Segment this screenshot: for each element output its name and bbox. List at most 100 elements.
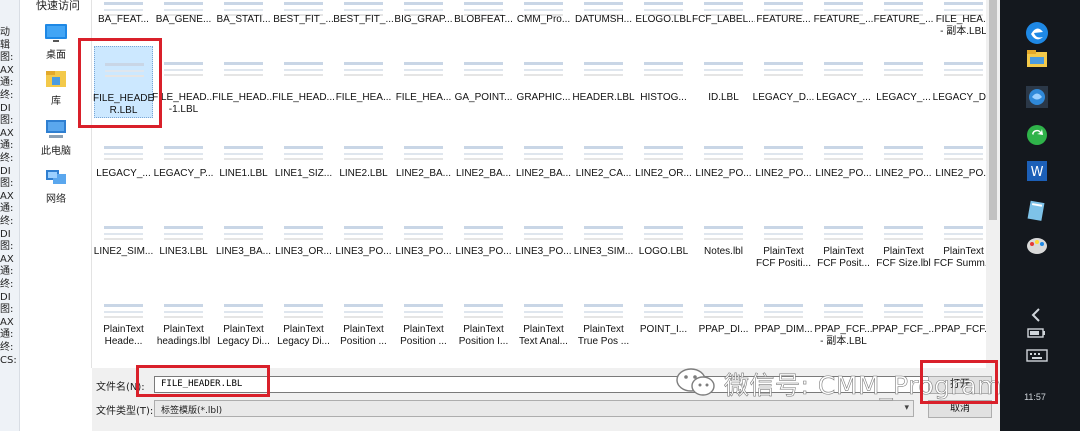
file-item[interactable]: PPAP_DI... [694, 278, 753, 350]
keyboard-icon[interactable] [1024, 342, 1050, 368]
file-item[interactable]: PlainText FCF Positi... [754, 200, 813, 272]
file-item[interactable]: LOGO.LBL [634, 200, 693, 272]
file-thumbnail-icon [704, 62, 743, 80]
file-item[interactable]: LINE2_PO... [694, 122, 753, 194]
file-name: LINE3_PO... [395, 246, 452, 257]
file-item[interactable]: LINE2_BA... [394, 122, 453, 194]
file-item[interactable]: LINE1.LBL [214, 122, 273, 194]
file-name: GA_POINT... [454, 92, 513, 103]
file-name: ELOGO.LBL [635, 14, 692, 25]
file-item[interactable]: FILE_HEA... [394, 46, 453, 118]
background-text-fragment: 图: [0, 304, 14, 316]
file-item[interactable]: LINE2.LBL [334, 122, 393, 194]
file-item[interactable]: PlainText FCF Size.lbl [874, 200, 933, 272]
file-item[interactable]: POINT_I... [634, 278, 693, 350]
file-name: PlainText Text Anal... [519, 324, 568, 347]
file-item[interactable]: LINE3_BA... [214, 200, 273, 272]
file-thumbnail-icon [884, 226, 923, 244]
svg-text:W: W [1031, 165, 1044, 180]
file-item[interactable]: PlainText Position ... [394, 278, 453, 350]
scrollbar-thumb[interactable] [989, 0, 997, 220]
file-item[interactable]: PlainText FCF Summ... [934, 200, 986, 272]
network-icon [46, 170, 66, 184]
file-thumbnail-icon [944, 62, 983, 80]
file-item[interactable]: PlainText Heade... [94, 278, 153, 350]
file-item[interactable]: PlainText headings.lbl [154, 278, 213, 350]
file-item[interactable]: LINE3.LBL [154, 200, 213, 272]
file-item[interactable]: LINE2_BA... [514, 122, 573, 194]
browser-icon[interactable] [1024, 84, 1050, 110]
file-item[interactable]: LINE3_PO... [334, 200, 393, 272]
file-item[interactable]: ID.LBL [694, 46, 753, 118]
file-item[interactable]: LINE2_PO... [934, 122, 986, 194]
file-item[interactable]: LEGACY_D... [933, 46, 986, 118]
file-item[interactable]: LEGACY_P... [154, 122, 213, 194]
file-item[interactable]: PlainText Text Anal... [514, 278, 573, 350]
file-item[interactable]: PlainText True Pos ... [574, 278, 633, 350]
quick-access-label[interactable]: 快速访问 [36, 0, 80, 13]
file-item[interactable]: FILE_HEAD... [212, 46, 275, 118]
nav-item-network[interactable]: 网络 [20, 166, 92, 205]
background-text-fragment: AX [0, 64, 14, 76]
file-name: LINE3_BA... [215, 246, 272, 257]
file-item[interactable]: LINE3_PO... [514, 200, 573, 272]
file-item[interactable]: GRAPHIC... [514, 46, 573, 118]
word-icon[interactable]: W [1024, 158, 1050, 184]
taskbar-clock[interactable]: 11:57 [1010, 392, 1060, 402]
filetype-select[interactable]: 标签模版(*.lbl) ▾ [154, 400, 914, 417]
edge-icon[interactable] [1024, 20, 1050, 46]
file-item[interactable]: LINE3_PO... [394, 200, 453, 272]
file-item[interactable]: PPAP_FCF... [934, 278, 986, 350]
file-item[interactable]: PPAP_FCF_... [872, 278, 935, 350]
file-thumbnail-icon [644, 62, 683, 80]
file-item[interactable]: HEADER.LBL [572, 46, 635, 118]
file-item[interactable]: LEGACY_... [814, 46, 873, 118]
file-item[interactable]: LINE3_OR... [274, 200, 333, 272]
file-item[interactable]: FILE_HEAD... -1.LBL [152, 46, 215, 118]
file-name: FCF_LABEL... [692, 14, 755, 25]
file-item[interactable]: LINE2_OR... [634, 122, 693, 194]
file-item[interactable]: LINE2_PO... [874, 122, 933, 194]
file-item[interactable]: LINE2_SIM... [94, 200, 153, 272]
notepad-icon[interactable] [1024, 198, 1050, 224]
vertical-scrollbar[interactable] [986, 0, 1000, 368]
file-item[interactable]: HISTOG... [634, 46, 693, 118]
file-item[interactable]: LINE1_SIZ... [274, 122, 333, 194]
file-item[interactable]: PPAP_FCF... - 副本.LBL [814, 278, 873, 350]
file-item[interactable]: PlainText Position I... [454, 278, 513, 350]
file-item[interactable]: PlainText Position ... [334, 278, 393, 350]
file-item[interactable]: LINE2_CA... [574, 122, 633, 194]
file-thumbnail-icon [404, 62, 443, 80]
file-name: BEST_FIT_... [273, 14, 334, 25]
file-name: FILE_HEA... - 副本.LBL [935, 14, 986, 37]
file-item[interactable]: FILE_HEA... [334, 46, 393, 118]
file-explorer-icon[interactable] [1024, 46, 1050, 72]
file-name: PlainText headings.lbl [156, 324, 211, 347]
this-pc-icon [46, 120, 66, 138]
file-thumbnail-icon [404, 304, 443, 322]
file-item[interactable]: GA_POINT... [454, 46, 513, 118]
file-item[interactable]: LEGACY_D... [753, 46, 814, 118]
file-name: PlainText FCF Positi... [755, 246, 811, 269]
nav-item-network-label: 网络 [46, 194, 66, 205]
file-name: DATUMSH... [574, 14, 633, 25]
file-item[interactable]: LEGACY_... [94, 122, 153, 194]
file-item[interactable]: PlainText FCF Posit... [814, 200, 873, 272]
sync-icon[interactable] [1024, 122, 1050, 148]
file-item[interactable]: Notes.lbl [694, 200, 753, 272]
file-item[interactable]: LEGACY_... [874, 46, 933, 118]
file-item[interactable]: LINE2_BA... [454, 122, 513, 194]
highlight-box-filename [136, 365, 270, 397]
file-item[interactable]: PPAP_DIM... [754, 278, 813, 350]
file-item[interactable]: LINE2_PO... [754, 122, 813, 194]
desktop-icon [45, 24, 67, 42]
file-item[interactable]: LINE3_SIM... [574, 200, 633, 272]
background-text-fragment: 通: [0, 329, 14, 341]
file-item[interactable]: FILE_HEAD... [272, 46, 335, 118]
file-item[interactable]: LINE2_PO... [814, 122, 873, 194]
file-item[interactable]: LINE3_PO... [454, 200, 513, 272]
file-thumbnail-icon [824, 62, 863, 80]
file-item[interactable]: PlainText Legacy Di... [214, 278, 273, 350]
file-item[interactable]: PlainText Legacy Di... [274, 278, 333, 350]
paint-icon[interactable] [1024, 232, 1050, 258]
